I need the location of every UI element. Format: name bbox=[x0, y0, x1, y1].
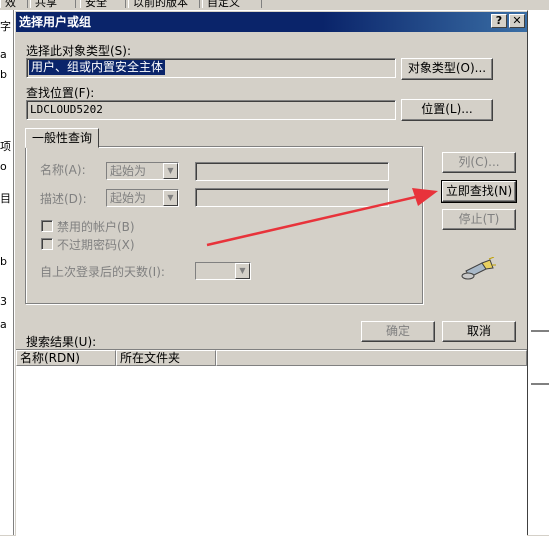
red-annotation-arrow bbox=[206, 188, 438, 247]
arrow-head bbox=[412, 188, 438, 206]
arrow-shaft bbox=[206, 194, 421, 247]
